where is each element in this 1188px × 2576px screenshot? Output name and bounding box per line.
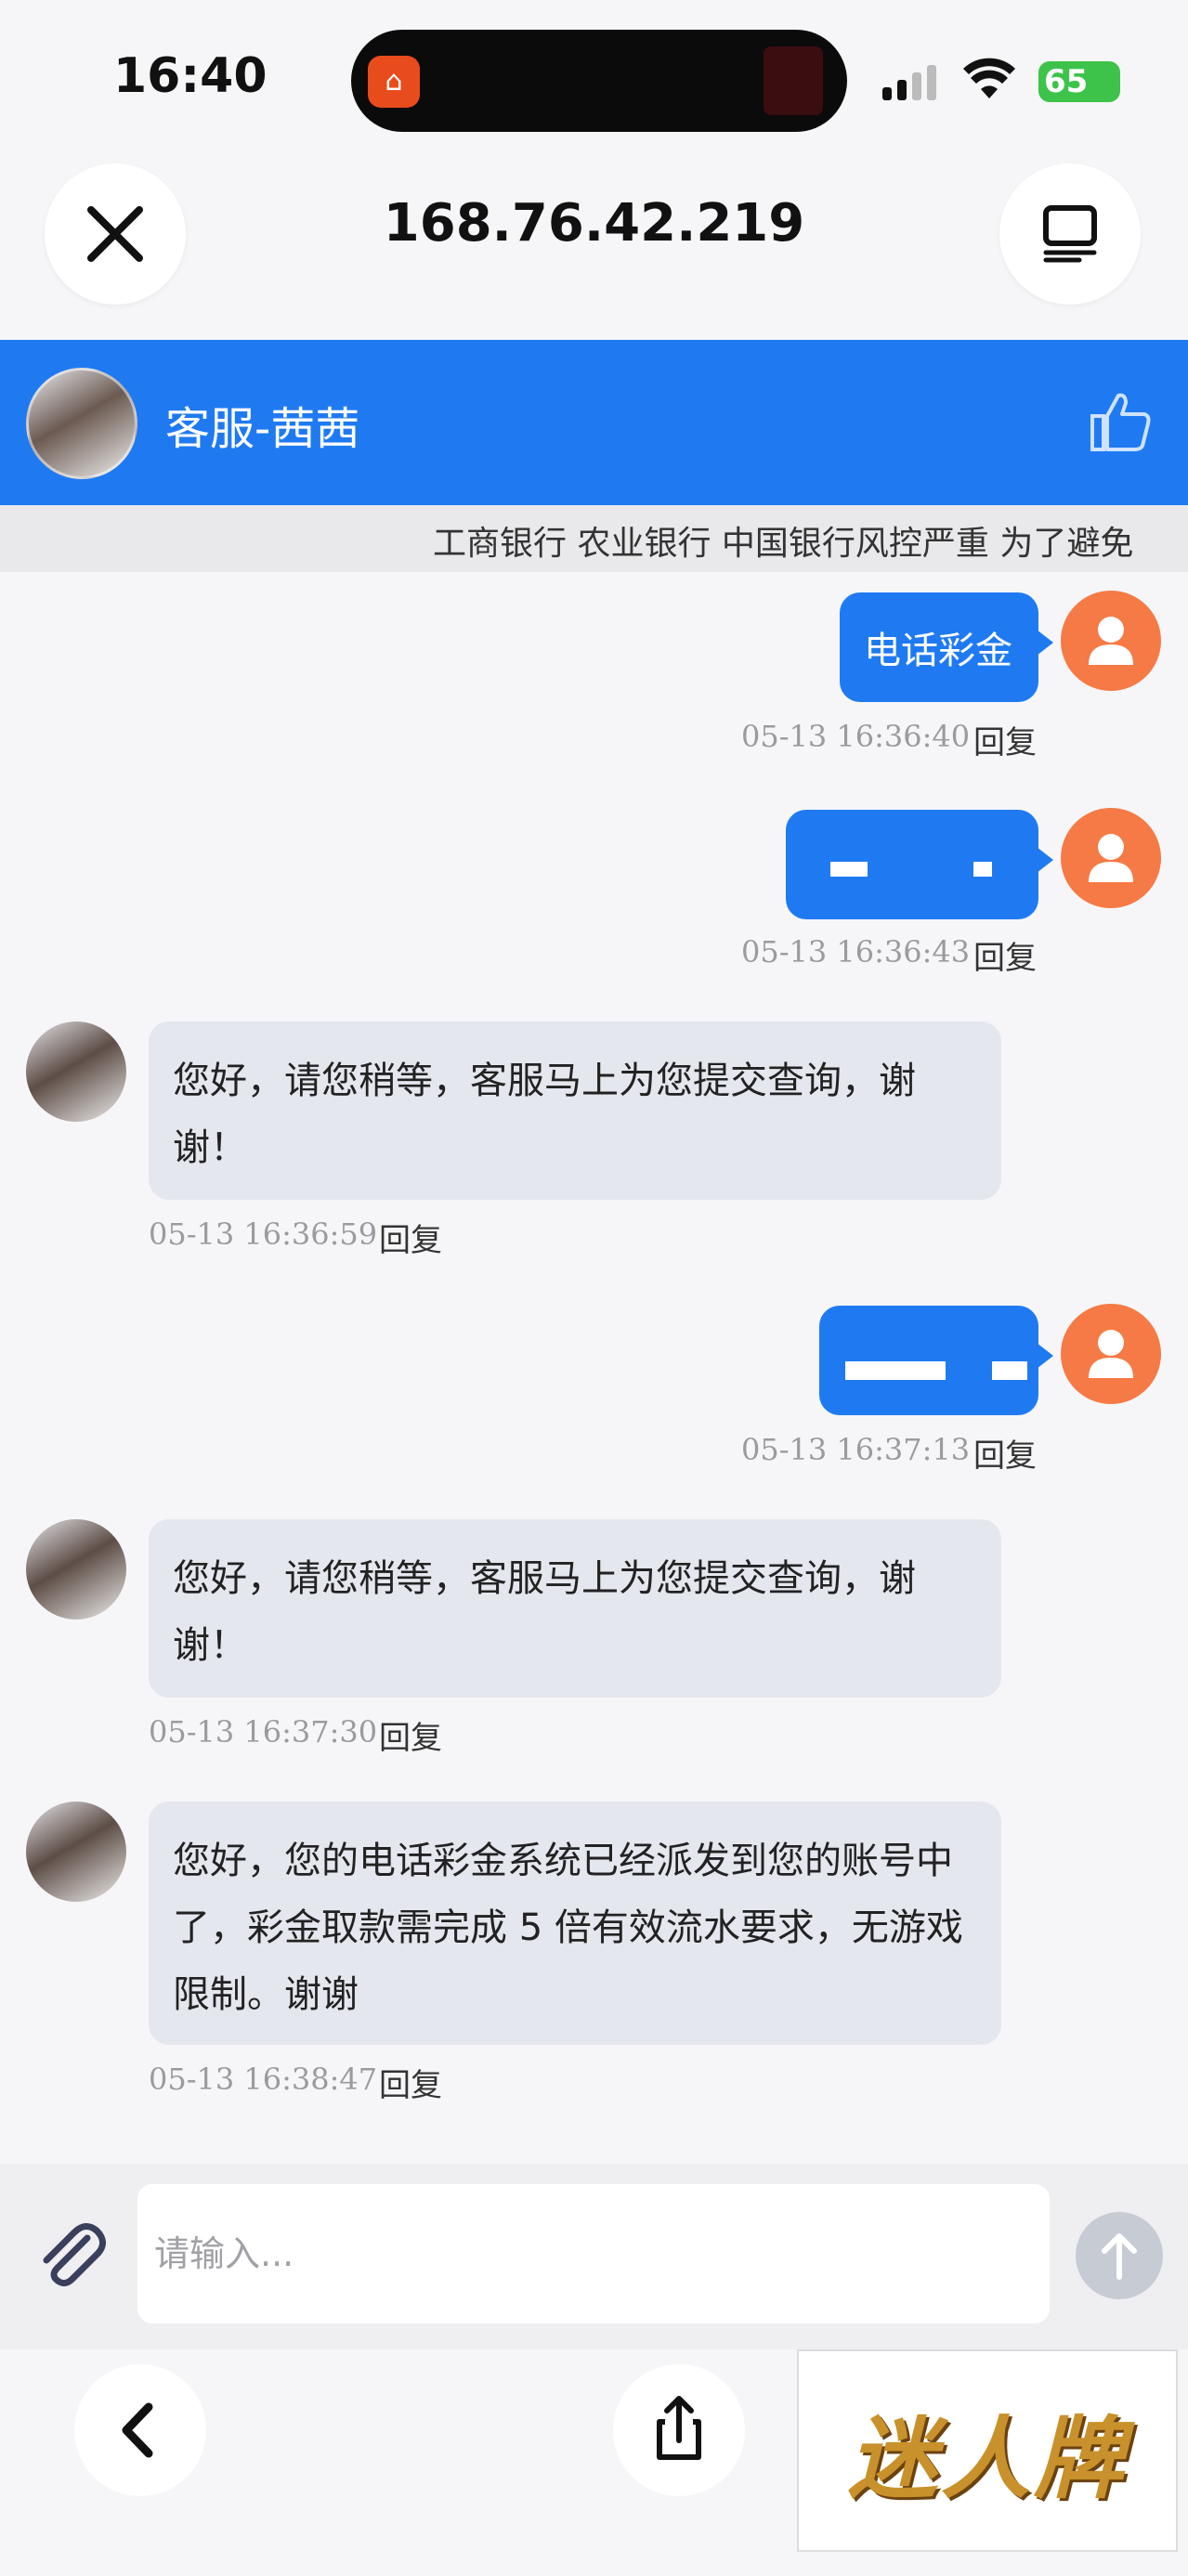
chat-header: 客服-茜茜: [0, 340, 1188, 505]
censored-block: [992, 1361, 1027, 1380]
paperclip-icon[interactable]: [33, 2218, 108, 2292]
message-text: 您好，请您稍等，客服马上为您提交查询，谢谢！: [173, 1557, 916, 1667]
agent-message-bubble: 您好，您的电话彩金系统已经派发到您的账号中了，彩金取款需完成 5 倍有效流水要求…: [149, 1802, 1001, 2045]
share-icon: [657, 2396, 701, 2460]
user-avatar: [1061, 808, 1161, 908]
message-time: 05-13 16:37:30: [149, 1714, 378, 1750]
battery-indicator: 65: [1038, 61, 1120, 102]
message-time: 05-13 16:36:59: [149, 1216, 378, 1252]
app-icon: ⌂: [368, 56, 420, 108]
message-input-bar: [0, 2164, 1188, 2349]
reply-link[interactable]: 回复: [379, 2060, 442, 2105]
share-button[interactable]: [613, 2364, 745, 2496]
agent-name: 客服-茜茜: [165, 403, 360, 455]
status-time: 16:40: [113, 48, 268, 104]
thumbs-up-icon[interactable]: [1087, 388, 1154, 455]
tabs-icon: [1043, 205, 1097, 263]
chevron-left-icon: [122, 2402, 153, 2458]
agent-avatar: [26, 368, 137, 479]
user-icon: [1089, 617, 1133, 665]
message-text: 您好，您的电话彩金系统已经派发到您的账号中了，彩金取款需完成 5 倍有效流水要求…: [173, 1840, 963, 2016]
censored-block: [973, 862, 992, 877]
message-time: 05-13 16:36:43: [741, 934, 971, 969]
browser-bottom-bar: 迷人牌: [0, 2349, 1188, 2576]
tabs-button[interactable]: [999, 163, 1141, 305]
message-time: 05-13 16:38:47: [149, 2062, 378, 2097]
censored-block: [830, 862, 868, 877]
status-bar: 16:40 ⌂ 65: [0, 0, 1188, 158]
agent-avatar: [26, 1021, 126, 1122]
agent-avatar: [26, 1802, 126, 1902]
user-message-bubble: [819, 1306, 1053, 1415]
send-button[interactable]: [1076, 2212, 1163, 2299]
agent-message-bubble: 您好，请您稍等，客服马上为您提交查询，谢谢！: [149, 1021, 1001, 1200]
notice-marquee: 工商银行 农业银行 中国银行风控严重 为了避免: [0, 505, 1188, 572]
user-avatar: [1061, 1304, 1161, 1404]
watermark-text: 迷人牌: [848, 2406, 1127, 2511]
message-time: 05-13 16:36:40: [741, 719, 971, 754]
reply-link[interactable]: 回复: [379, 1215, 442, 1260]
dynamic-island: ⌂: [351, 30, 847, 132]
reply-link[interactable]: 回复: [379, 1712, 442, 1758]
reply-link[interactable]: 回复: [973, 717, 1037, 762]
watermark-logo: 迷人牌: [797, 2349, 1178, 2552]
message-text: 您好，请您稍等，客服马上为您提交查询，谢谢！: [173, 1060, 916, 1169]
message-text: 电话彩金: [864, 630, 1012, 672]
user-icon: [1089, 834, 1133, 882]
arrow-up-icon: [1102, 2233, 1137, 2280]
user-avatar: [1061, 591, 1161, 691]
signal-icon: [882, 65, 936, 100]
censored-block: [845, 1361, 946, 1380]
back-button[interactable]: [74, 2364, 206, 2496]
user-message-bubble: 电话彩金: [840, 592, 1053, 702]
reply-link[interactable]: 回复: [973, 1430, 1037, 1476]
message-input[interactable]: [137, 2184, 1050, 2323]
agent-avatar: [26, 1519, 126, 1620]
marquee-text: 工商银行 农业银行 中国银行风控严重 为了避免: [433, 525, 1134, 563]
message-time: 05-13 16:37:13: [741, 1432, 971, 1467]
wifi-icon: [962, 58, 1016, 111]
reply-link[interactable]: 回复: [973, 932, 1037, 978]
agent-message-bubble: 您好，请您稍等，客服马上为您提交查询，谢谢！: [149, 1519, 1001, 1698]
media-thumbnail: [764, 46, 823, 115]
user-message-bubble: [786, 810, 1053, 919]
user-icon: [1089, 1330, 1133, 1378]
